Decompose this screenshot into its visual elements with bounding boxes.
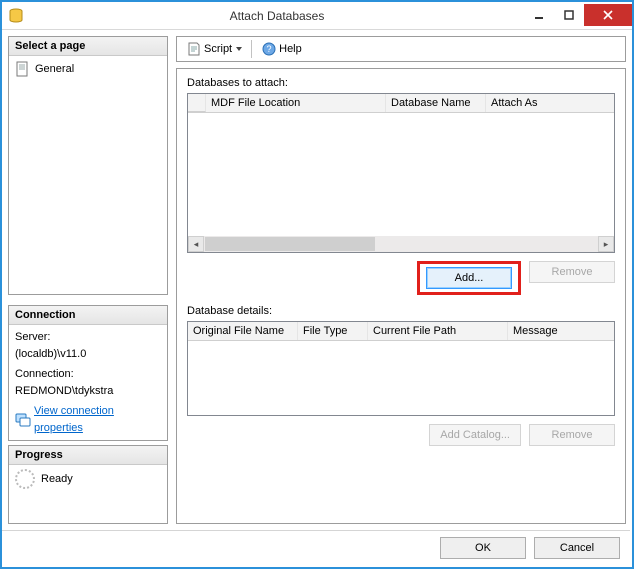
select-a-page-panel: Select a page General — [8, 36, 168, 295]
col-message[interactable]: Message — [508, 322, 614, 340]
select-a-page-header: Select a page — [9, 37, 167, 56]
progress-status: Ready — [41, 473, 73, 485]
connection-label: Connection: — [15, 366, 161, 383]
view-connection-properties-label: View connection properties — [34, 403, 161, 436]
add-button-label: Add... — [455, 272, 484, 284]
connection-icon — [15, 412, 31, 428]
details-grid-body — [188, 341, 614, 415]
col-mdf-location[interactable]: MDF File Location — [206, 94, 386, 112]
attach-grid-body — [188, 113, 614, 236]
script-button[interactable]: Script — [183, 40, 245, 58]
maximize-button[interactable] — [554, 4, 584, 26]
minimize-button[interactable] — [524, 4, 554, 26]
add-catalog-label: Add Catalog... — [440, 429, 510, 441]
script-icon — [186, 41, 202, 57]
database-details-grid[interactable]: Original File Name File Type Current Fil… — [187, 321, 615, 416]
dialog-footer: OK Cancel — [2, 530, 630, 567]
cancel-label: Cancel — [560, 542, 594, 554]
col-database-name[interactable]: Database Name — [386, 94, 486, 112]
scroll-left-icon[interactable]: ◂ — [188, 236, 204, 252]
add-button[interactable]: Add... — [426, 267, 512, 289]
titlebar: Attach Databases — [2, 2, 632, 30]
col-attach-as[interactable]: Attach As — [486, 94, 614, 112]
help-button[interactable]: ? Help — [258, 40, 305, 58]
progress-panel: Progress Ready — [8, 445, 168, 524]
database-details-label: Database details: — [187, 305, 615, 317]
add-catalog-button: Add Catalog... — [429, 424, 521, 446]
close-button[interactable] — [584, 4, 632, 26]
col-file-type[interactable]: File Type — [298, 322, 368, 340]
view-connection-properties-link[interactable]: View connection properties — [15, 403, 161, 436]
page-icon — [15, 61, 31, 77]
connection-value: REDMOND\tdykstra — [15, 383, 161, 400]
script-label: Script — [204, 43, 232, 55]
svg-text:?: ? — [267, 44, 272, 54]
col-original-file-name[interactable]: Original File Name — [188, 322, 298, 340]
scroll-thumb[interactable] — [205, 237, 375, 251]
progress-header: Progress — [9, 446, 167, 465]
ok-button[interactable]: OK — [440, 537, 526, 559]
remove-details-label: Remove — [552, 429, 593, 441]
help-label: Help — [279, 43, 302, 55]
help-icon: ? — [261, 41, 277, 57]
progress-spinner-icon — [15, 469, 35, 489]
database-icon — [8, 8, 24, 24]
remove-attach-label: Remove — [552, 266, 593, 278]
page-general-label: General — [35, 63, 74, 75]
attach-grid-header: MDF File Location Database Name Attach A… — [188, 94, 614, 113]
row-selector-header — [188, 94, 206, 112]
scroll-right-icon[interactable]: ▸ — [598, 236, 614, 252]
remove-details-button: Remove — [529, 424, 615, 446]
chevron-down-icon[interactable] — [236, 47, 242, 51]
server-label: Server: — [15, 329, 161, 346]
cancel-button[interactable]: Cancel — [534, 537, 620, 559]
main-panel: Databases to attach: MDF File Location D… — [176, 68, 626, 524]
toolbar: Script ? Help — [176, 36, 626, 62]
window-title: Attach Databases — [30, 9, 524, 23]
col-current-file-path[interactable]: Current File Path — [368, 322, 508, 340]
server-value: (localdb)\v11.0 — [15, 346, 161, 363]
remove-attach-button: Remove — [529, 261, 615, 283]
ok-label: OK — [475, 542, 491, 554]
details-grid-header: Original File Name File Type Current Fil… — [188, 322, 614, 341]
connection-panel: Connection Server: (localdb)\v11.0 Conne… — [8, 305, 168, 441]
connection-header: Connection — [9, 306, 167, 325]
page-general[interactable]: General — [15, 60, 161, 78]
add-button-highlight: Add... — [417, 261, 521, 295]
databases-to-attach-label: Databases to attach: — [187, 77, 615, 89]
toolbar-separator — [251, 40, 252, 58]
attach-grid-hscrollbar[interactable]: ◂ ▸ — [188, 236, 614, 252]
databases-to-attach-grid[interactable]: MDF File Location Database Name Attach A… — [187, 93, 615, 253]
